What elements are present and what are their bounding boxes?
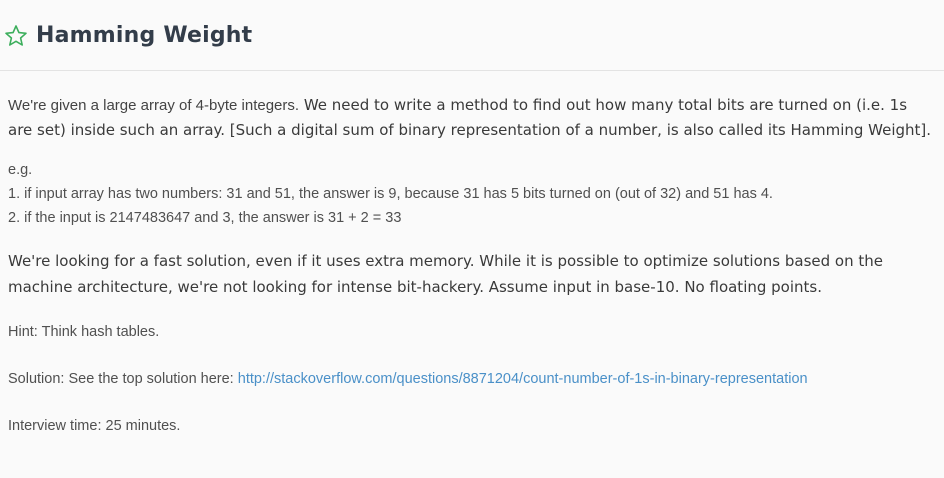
header: Hamming Weight: [0, 0, 944, 71]
interview-time: Interview time: 25 minutes.: [8, 418, 181, 434]
example-2: 2. if the input is 2147483647 and 3, the…: [8, 210, 402, 226]
page-title: Hamming Weight: [36, 22, 253, 48]
solution-link[interactable]: http://stackoverflow.com/questions/88712…: [238, 371, 808, 387]
intro-paragraph: We're given a large array of 4-byte inte…: [8, 93, 936, 142]
requirements-paragraph: We're looking for a fast solution, even …: [8, 252, 883, 296]
eg-label: e.g.: [8, 162, 33, 178]
examples-block: e.g. 1. if input array has two numbers: …: [8, 158, 936, 230]
intro-first-sentence: We're given a large array of 4-byte inte…: [8, 97, 300, 114]
example-1: 1. if input array has two numbers: 31 an…: [8, 186, 773, 202]
star-outline-icon[interactable]: [4, 24, 28, 48]
solution-prefix: Solution: See the top solution here:: [8, 371, 238, 387]
solution-line: Solution: See the top solution here: htt…: [8, 367, 936, 391]
problem-description: We're given a large array of 4-byte inte…: [0, 71, 944, 438]
hint-text: Hint: Think hash tables.: [8, 324, 160, 340]
